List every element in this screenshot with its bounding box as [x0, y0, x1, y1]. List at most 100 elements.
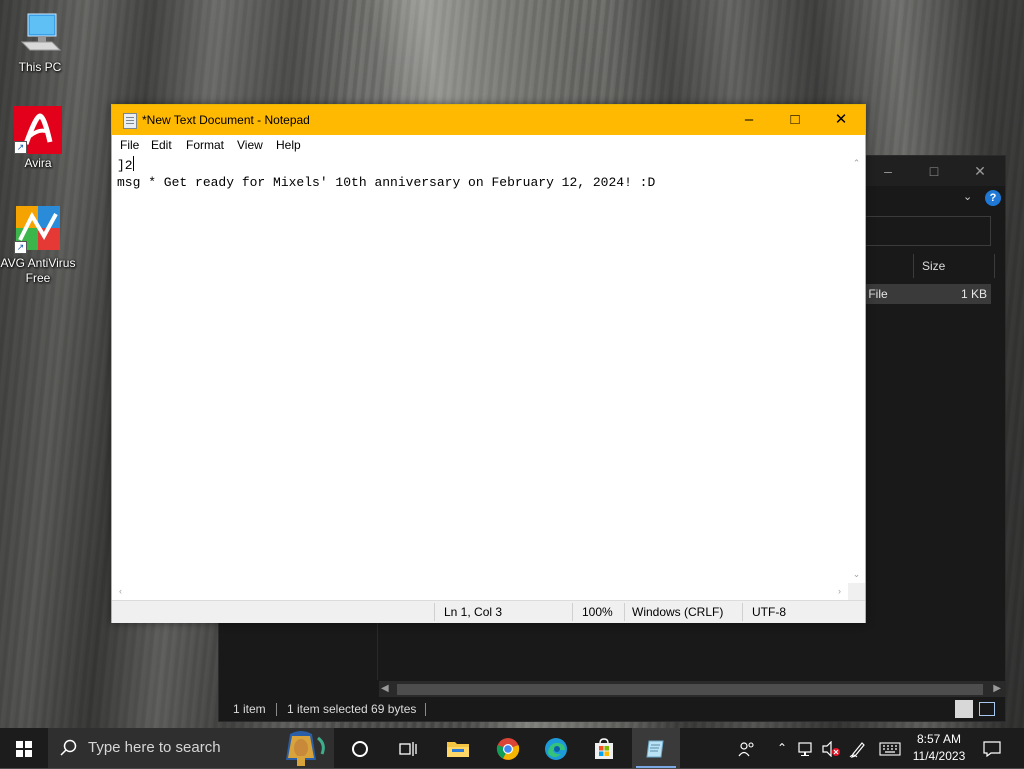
menu-file[interactable]: File [120, 135, 139, 155]
shortcut-arrow-icon: ↗ [14, 141, 27, 154]
taskbar-file-explorer[interactable] [434, 728, 482, 768]
maximize-button[interactable]: □ [772, 105, 818, 135]
volume-muted-icon [822, 740, 840, 758]
horizontal-scrollbar[interactable]: ‹ › [112, 583, 848, 600]
desktop-icon-avira[interactable]: ↗ Avira [0, 106, 76, 171]
notification-icon [983, 741, 1001, 758]
menu-help[interactable]: Help [276, 135, 301, 155]
clock-time: 8:57 AM [916, 732, 962, 746]
file-row-size: 1 KB [960, 287, 987, 301]
scroll-up-icon[interactable]: ⌃ [848, 155, 865, 172]
notepad-window[interactable]: *New Text Document - Notepad – □ ✕ File … [111, 104, 866, 623]
notepad-titlebar[interactable]: *New Text Document - Notepad – □ ✕ [112, 105, 865, 135]
status-selection: 1 item selected 69 bytes [287, 702, 417, 716]
taskbar-clock[interactable]: 8:57 AM 11/4/2023 [906, 731, 972, 765]
avira-icon: ↗ [14, 106, 62, 154]
store-icon [595, 738, 613, 759]
status-divider [276, 703, 277, 716]
chrome-icon [496, 737, 520, 760]
desktop-icon-avg-antivirus[interactable]: ↗ AVG AntiVirus Free [0, 206, 76, 286]
explorer-status-bar: 1 item 1 item selected 69 bytes [219, 698, 1005, 721]
large-icons-view-icon[interactable] [979, 702, 995, 716]
explorer-search-box[interactable] [859, 216, 991, 246]
file-row-selected[interactable]: tch File 1 KB [849, 284, 991, 304]
notepad-icon [646, 740, 664, 758]
folder-icon [447, 741, 469, 757]
status-line-ending: Windows (CRLF) [632, 605, 724, 619]
scroll-right-icon[interactable]: › [831, 583, 848, 600]
window-title: *New Text Document - Notepad [142, 113, 310, 127]
menu-view[interactable]: View [237, 135, 263, 155]
network-icon [798, 742, 812, 756]
close-button[interactable]: ✕ [818, 105, 864, 135]
this-pc-icon [16, 10, 64, 58]
help-icon[interactable]: ? [985, 190, 1001, 206]
status-item-count: 1 item [233, 702, 266, 716]
show-hidden-icons-button[interactable]: ⌃ [772, 728, 792, 768]
chevron-up-icon: ⌃ [776, 741, 788, 755]
scroll-down-icon[interactable]: ⌄ [848, 566, 865, 583]
text-editor-area[interactable]: ]2 msg * Get ready for Mixels' 10th anni… [112, 155, 848, 583]
chevron-down-icon[interactable]: ⌄ [963, 190, 972, 203]
task-view-button[interactable] [384, 728, 432, 768]
avg-antivirus-icon: ↗ [14, 206, 62, 254]
column-header-size[interactable]: Size [913, 254, 995, 278]
search-placeholder: Type here to search [88, 739, 221, 756]
explorer-close-button[interactable]: ✕ [957, 156, 1003, 186]
clock-date: 11/4/2023 [912, 749, 966, 763]
scroll-right-icon[interactable]: ▶ [993, 681, 1001, 697]
text-line: ]2 [117, 156, 134, 175]
desktop-icon-label: AVG AntiVirus Free [0, 256, 76, 285]
people-icon [738, 742, 754, 757]
keyboard-icon [879, 742, 901, 756]
status-divider [572, 603, 573, 621]
cortana-button[interactable] [336, 728, 384, 768]
status-divider [434, 603, 435, 621]
pen-icon [849, 741, 865, 758]
taskbar-notepad[interactable] [632, 728, 680, 768]
notepad-app-icon[interactable] [123, 113, 137, 129]
status-divider [742, 603, 743, 621]
notifications-button[interactable] [978, 728, 1006, 768]
desktop-icon-this-pc[interactable]: This PC [2, 10, 78, 75]
desktop-icon-label: This PC [18, 60, 62, 74]
shortcut-arrow-icon: ↗ [14, 241, 27, 254]
status-divider [425, 703, 426, 716]
taskbar-microsoft-store[interactable] [580, 728, 628, 768]
taskbar: Type here to search ⌃ 8:57 AM 11/4/2023 [0, 728, 1024, 768]
status-encoding: UTF-8 [752, 605, 786, 619]
search-highlight-image-icon [270, 730, 332, 766]
vertical-scrollbar[interactable]: ⌃ ⌄ [848, 155, 865, 583]
cortana-circle-icon [352, 740, 368, 757]
volume-button[interactable] [820, 728, 842, 768]
start-button[interactable] [0, 728, 48, 768]
desktop-icon-label: Avira [24, 156, 52, 170]
status-position: Ln 1, Col 3 [444, 605, 503, 619]
people-button[interactable] [734, 728, 760, 768]
text-line: msg * Get ready for Mixels' 10th anniver… [117, 175, 656, 190]
explorer-minimize-button[interactable]: – [865, 156, 911, 186]
taskbar-search-box[interactable]: Type here to search [48, 728, 334, 768]
explorer-horizontal-scrollbar[interactable]: ◀ ▶ [379, 681, 1005, 697]
touch-keyboard-button[interactable] [876, 728, 904, 768]
minimize-button[interactable]: – [726, 105, 772, 135]
menu-format[interactable]: Format [186, 135, 224, 155]
scrollbar-corner [848, 583, 865, 600]
menu-bar: File Edit Format View Help [112, 135, 865, 155]
edge-icon [545, 737, 567, 760]
scroll-left-icon[interactable]: ◀ [381, 681, 389, 697]
taskbar-chrome[interactable] [484, 728, 532, 768]
explorer-scroll-thumb[interactable] [397, 684, 983, 695]
explorer-maximize-button[interactable]: □ [911, 156, 957, 186]
task-view-icon [399, 741, 417, 756]
text-caret [132, 156, 134, 171]
scroll-left-icon[interactable]: ‹ [112, 583, 129, 600]
status-zoom: 100% [582, 605, 613, 619]
taskbar-edge[interactable] [532, 728, 580, 768]
details-view-icon[interactable] [955, 700, 973, 718]
network-button[interactable] [796, 728, 818, 768]
menu-edit[interactable]: Edit [151, 135, 172, 155]
search-icon [60, 739, 77, 756]
pen-workspace-button[interactable] [846, 728, 870, 768]
status-bar: Ln 1, Col 3 100% Windows (CRLF) UTF-8 [112, 600, 865, 623]
